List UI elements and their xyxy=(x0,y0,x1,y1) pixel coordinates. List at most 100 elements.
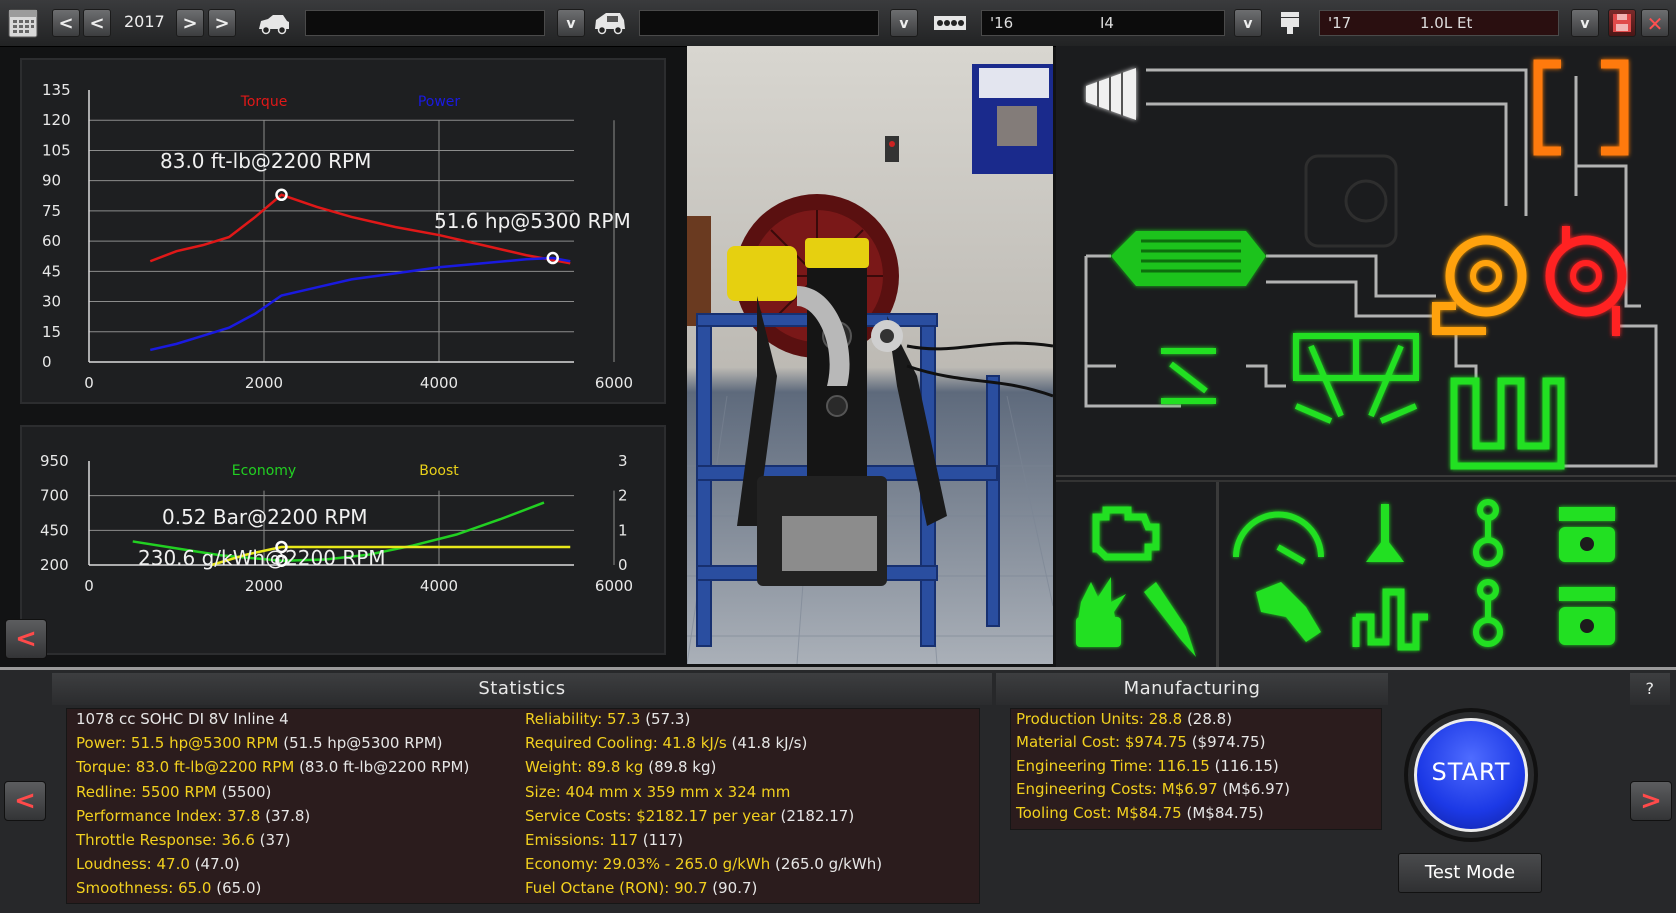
x-tick-label: 2000 xyxy=(245,374,283,392)
engine-variant-dropdown-button[interactable]: v xyxy=(1571,9,1599,37)
year-forward-fast-button[interactable]: > xyxy=(208,9,236,37)
legend-entry: Power xyxy=(418,94,461,110)
stat-value: (2182.17) xyxy=(780,806,855,825)
car-model-icon xyxy=(256,8,292,38)
air-filter-icon xyxy=(1086,68,1136,120)
next-page-button[interactable]: > xyxy=(1630,781,1672,821)
stat-row: Service Costs: $2182.17 per year (2182.1… xyxy=(525,807,854,825)
help-button[interactable]: ? xyxy=(1630,673,1670,705)
stat-row: Required Cooling: 41.8 kJ/s (41.8 kJ/s) xyxy=(525,734,807,752)
stat-value: (5500) xyxy=(221,782,272,801)
y-tick-label-right: 0 xyxy=(618,556,628,574)
throttle-body-icon xyxy=(1161,348,1216,404)
stat-label: Material Cost: $974.75 xyxy=(1016,733,1187,752)
stat-label: Emissions: 117 xyxy=(525,831,639,849)
year-back-fast-button[interactable]: < xyxy=(52,9,80,37)
stat-label: Smoothness: 65.0 xyxy=(76,879,212,898)
prev-page-button[interactable]: < xyxy=(4,781,46,821)
stat-label: Fuel Octane (RON): 90.7 xyxy=(525,879,708,898)
save-button[interactable] xyxy=(1608,9,1636,37)
save-icon xyxy=(1613,14,1631,32)
collapse-charts-button[interactable]: < xyxy=(5,619,47,659)
ignition-icon[interactable] xyxy=(1076,577,1126,647)
y-tick-label: 15 xyxy=(42,323,61,341)
engine-icon[interactable] xyxy=(1092,506,1160,561)
legend-entry: Boost xyxy=(419,463,459,479)
year-back-button[interactable]: < xyxy=(83,9,111,37)
stat-value: ($974.75) xyxy=(1191,733,1266,752)
y-tick-label: 60 xyxy=(42,232,61,250)
stat-row: Performance Index: 37.8 (37.8) xyxy=(76,807,310,825)
engine-family-dropdown-button[interactable]: v xyxy=(1234,9,1262,37)
stat-label: 1078 cc SOHC DI 8V Inline 4 xyxy=(76,710,289,728)
engine-block-icon xyxy=(932,8,968,38)
y-tick-label-left: 450 xyxy=(40,521,69,539)
y-tick-label-left: 200 xyxy=(40,556,69,574)
car-model-field[interactable] xyxy=(305,10,545,36)
stat-row: Size: 404 mm x 359 mm x 324 mm xyxy=(525,783,790,801)
crankshaft-icon[interactable] xyxy=(1352,588,1428,651)
y-tick-label: 75 xyxy=(42,202,61,220)
engine-family-year: '16 xyxy=(990,14,1014,32)
x-tick-label: 4000 xyxy=(420,577,458,595)
stat-row: Emissions: 117 (117) xyxy=(525,831,683,849)
stat-row: Weight: 89.8 kg (89.8 kg) xyxy=(525,758,716,776)
stat-label: Tooling Cost: M$84.75 xyxy=(1016,803,1182,822)
stat-label: Reliability: 57.3 xyxy=(525,710,641,728)
y-tick-label-left: 700 xyxy=(40,487,69,505)
top-toolbar: < < 2017 > > v v '16 I4 v '17 1.0L Et v … xyxy=(0,0,1676,47)
stat-row: Torque: 83.0 ft-lb@2200 RPM (83.0 ft-lb@… xyxy=(76,758,469,776)
stat-label: Power: 51.5 hp@5300 RPM xyxy=(76,734,279,753)
close-button[interactable]: ✕ xyxy=(1641,9,1669,37)
valve-icon[interactable] xyxy=(1366,504,1404,562)
piston-icon-green[interactable] xyxy=(1559,507,1615,562)
tachometer-icon[interactable] xyxy=(1233,511,1324,565)
close-icon: ✕ xyxy=(1646,12,1664,36)
engine-family-field[interactable]: '16 I4 xyxy=(981,10,1225,36)
y-tick-label: 0 xyxy=(42,353,52,371)
start-button[interactable]: START xyxy=(1404,708,1538,842)
car-trim-dropdown-button[interactable]: v xyxy=(890,9,918,37)
engine-variant-year: '17 xyxy=(1328,14,1352,32)
stat-row: Reliability: 57.3 (57.3) xyxy=(525,710,690,728)
stat-row: 1078 cc SOHC DI 8V Inline 4 xyxy=(76,710,289,728)
test-mode-button[interactable]: Test Mode xyxy=(1398,853,1542,893)
start-button-label: START xyxy=(1431,758,1511,786)
manufacturing-heading: Manufacturing xyxy=(996,673,1388,705)
engine-3d-view[interactable] xyxy=(687,46,1053,664)
fuel-injector-icon[interactable] xyxy=(1144,582,1196,657)
statistics-heading: Statistics xyxy=(52,673,992,705)
stat-label: Engineering Costs: M$6.97 xyxy=(1016,780,1218,799)
economy-boost-chart-panel: 0 2000 4000 6000 200 450 700 950 0 1 2 3 Economy Boos… xyxy=(20,425,666,655)
stat-row: Power: 51.5 hp@5300 RPM (51.5 hp@5300 RP… xyxy=(76,734,443,752)
stat-label: Service Costs: $2182.17 per year xyxy=(525,806,776,825)
x-tick-label: 6000 xyxy=(595,577,633,595)
tuning-wrench-icon[interactable] xyxy=(1256,582,1321,642)
engine-schematic-panel xyxy=(1056,46,1676,480)
piston-icon-green-2[interactable] xyxy=(1559,587,1615,645)
stat-value: (M$6.97) xyxy=(1222,780,1291,799)
car-model-dropdown-button[interactable]: v xyxy=(557,9,585,37)
stat-row: Throttle Response: 36.6 (37) xyxy=(76,831,290,849)
stat-value: (51.5 hp@5300 RPM) xyxy=(283,734,443,753)
y-tick-label: 90 xyxy=(42,172,61,190)
stat-label: Torque: 83.0 ft-lb@2200 RPM xyxy=(76,758,295,777)
stat-value: (65.0) xyxy=(216,879,262,898)
car-trim-field[interactable] xyxy=(639,10,879,36)
x-tick-label: 6000 xyxy=(595,374,633,392)
legend-entry: Economy xyxy=(232,463,296,479)
engine-variant-field[interactable]: '17 1.0L Et xyxy=(1319,10,1559,36)
car-trim-icon xyxy=(592,8,628,38)
x-tick-label: 4000 xyxy=(420,374,458,392)
boost-annotation: 0.52 Bar@2200 RPM xyxy=(162,505,368,529)
y-tick-label: 120 xyxy=(42,111,71,129)
connecting-rod-icon[interactable] xyxy=(1473,499,1503,567)
exhaust-manifold-icon xyxy=(1533,59,1629,156)
stat-label: Loudness: 47.0 xyxy=(76,855,190,874)
year-forward-button[interactable]: > xyxy=(176,9,204,37)
connecting-rod-icon-2[interactable] xyxy=(1473,579,1503,647)
calendar-icon[interactable] xyxy=(6,7,40,39)
y-tick-label-right: 3 xyxy=(618,452,628,470)
year-display: 2017 xyxy=(124,12,165,31)
stat-row: Redline: 5500 RPM (5500) xyxy=(76,783,271,801)
